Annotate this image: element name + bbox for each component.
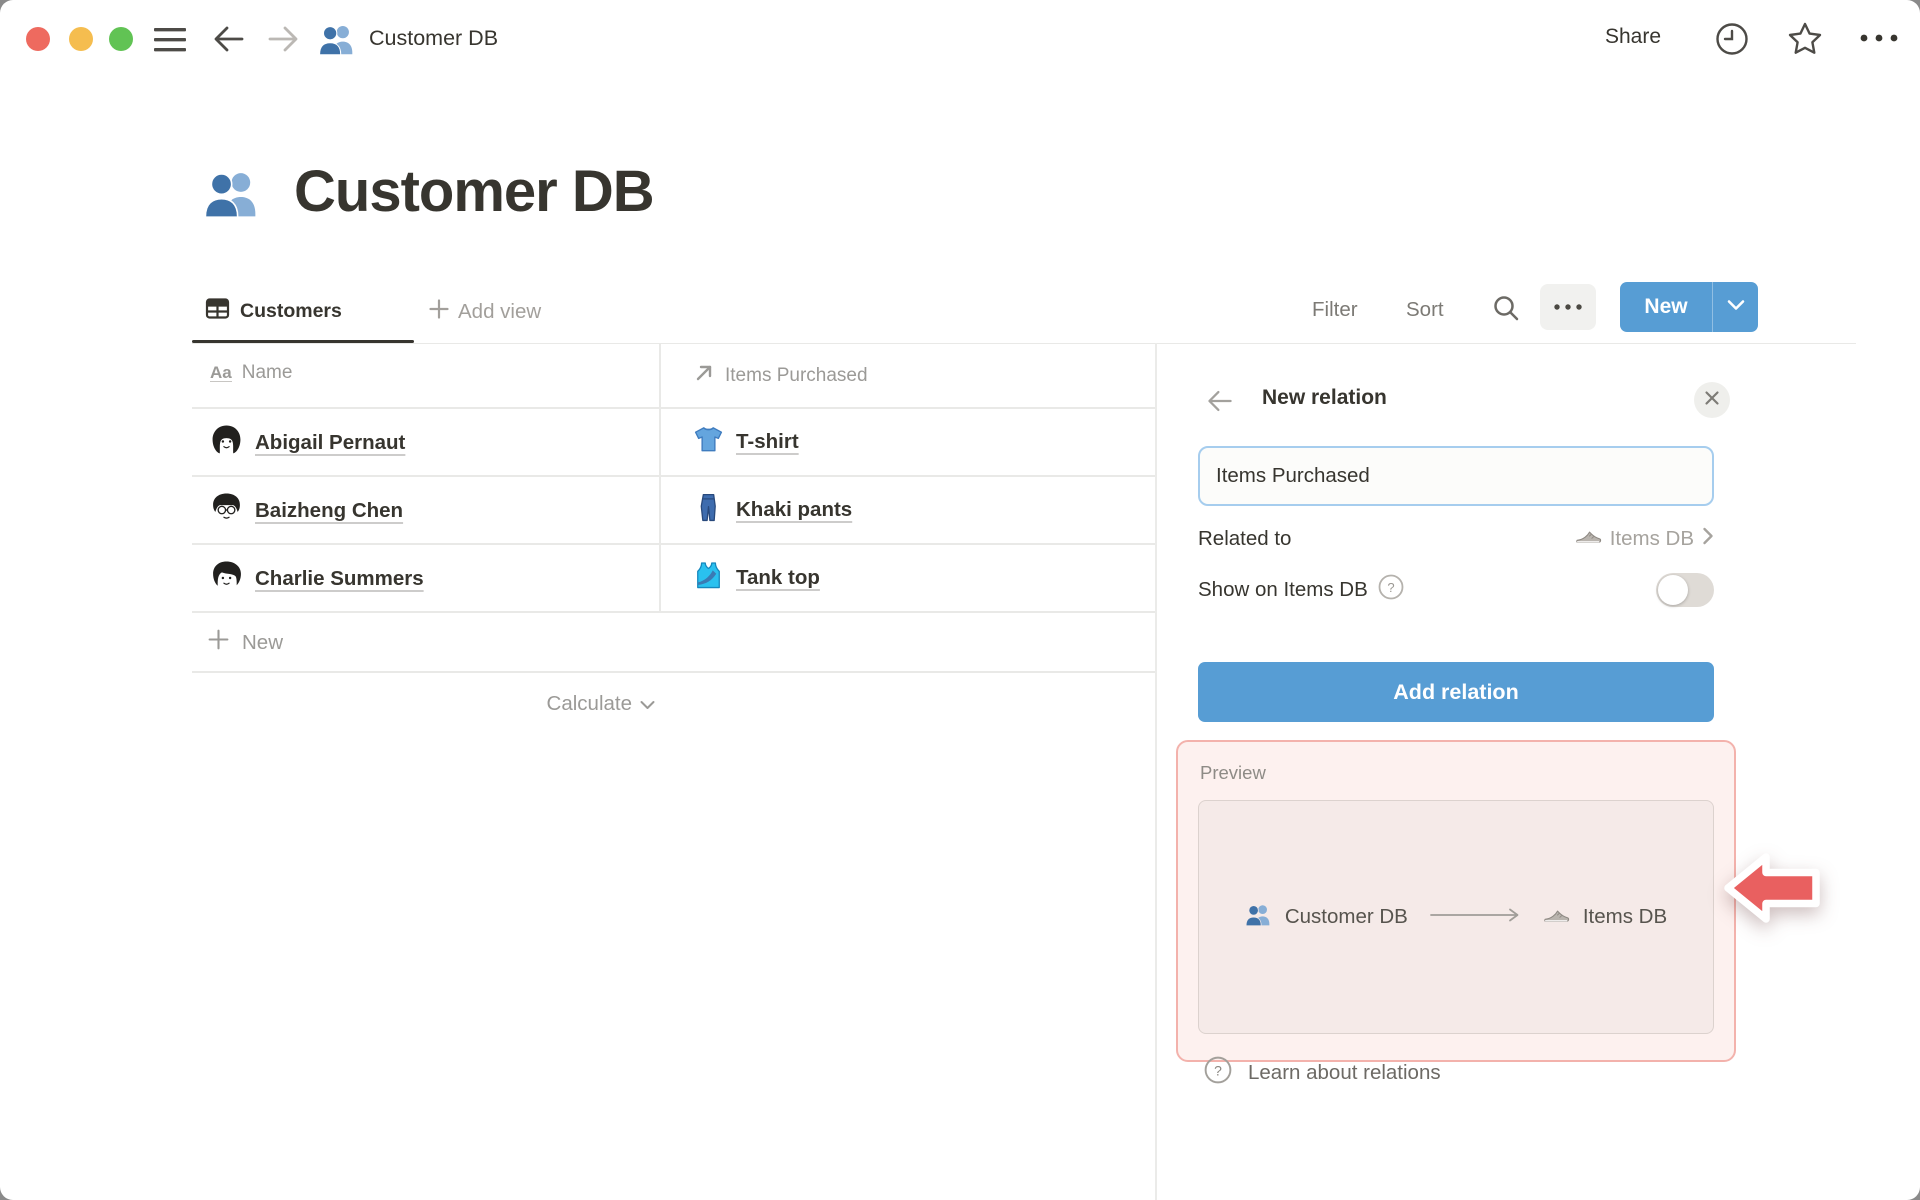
close-window-button[interactable] [26,27,50,51]
row-divider [192,671,1155,673]
related-to-value[interactable]: Items DB [1574,522,1714,556]
row-title: Charlie Summers [255,567,424,590]
chevron-down-icon [1727,298,1745,316]
more-icon[interactable] [1858,32,1900,44]
help-icon: ? [1204,1056,1232,1090]
relation-value: Khaki pants [736,498,853,521]
svg-text:?: ? [1387,580,1394,595]
star-icon[interactable] [1786,20,1824,58]
row-title: Abigail Pernaut [255,431,406,454]
preview-to-label: Items DB [1582,905,1668,928]
toolbar-divider [192,342,1856,344]
row-divider [192,611,1155,613]
show-on-toggle[interactable] [1656,573,1714,607]
add-relation-button[interactable]: Add relation [1198,662,1714,722]
row-divider [192,543,1155,545]
table-row-item-cell[interactable]: Khaki pants [693,492,852,528]
avatar-charlie [210,560,243,598]
forward-arrow-icon[interactable] [266,23,300,55]
table-row-item-cell[interactable]: T-shirt [693,424,799,460]
share-button[interactable]: Share [1605,25,1661,49]
learn-about-relations-link[interactable]: ? Learn about relations [1204,1056,1441,1090]
plus-icon [428,298,450,326]
column-divider [659,343,661,612]
table-view-icon [205,296,230,327]
relation-value: T-shirt [736,430,799,453]
new-record-button-group: New [1620,282,1758,332]
learn-label: Learn about relations [1248,1061,1441,1084]
window-title: Customer DB [369,26,499,50]
page-title: Customer DB [294,159,655,224]
calculate-label: Calculate [546,692,632,715]
relation-arrow-icon [693,362,715,390]
plus-icon [207,628,230,657]
view-options-button[interactable] [1540,284,1596,330]
close-icon [1704,390,1720,411]
add-view-label: Add view [458,300,542,323]
relation-value: Tank top [736,566,820,589]
panel-back-button[interactable] [1206,388,1234,414]
calculate-button[interactable]: Calculate [192,692,655,716]
new-record-button[interactable]: New [1620,282,1712,332]
panel-divider [1155,343,1157,1200]
red-annotation-arrow-icon [1722,846,1822,935]
sort-button[interactable]: Sort [1406,298,1444,322]
filter-button[interactable]: Filter [1312,298,1358,322]
show-on-row: Show on Items DB ? [1198,572,1714,608]
tab-label: Customers [240,300,342,322]
related-to-db-label: Items DB [1609,527,1694,550]
minimize-window-button[interactable] [69,27,93,51]
shoe-icon [1542,901,1570,934]
preview-label: Preview [1200,762,1266,783]
long-arrow-icon [1429,907,1521,928]
chevron-down-icon [640,692,655,716]
search-icon[interactable] [1492,294,1520,322]
column-header-items-purchased[interactable]: Items Purchased [693,362,868,390]
row-divider [192,407,1155,409]
back-arrow-icon[interactable] [212,23,246,55]
pants-icon [693,492,724,528]
help-icon[interactable]: ? [1378,574,1404,606]
column-header-name[interactable]: Aa Name [210,362,292,384]
column-label: Name [241,362,293,383]
people-icon [1245,901,1272,933]
tab-customers[interactable]: Customers [205,296,342,327]
chevron-right-icon [1702,527,1714,551]
row-title: Baizheng Chen [255,499,404,522]
avatar-baizheng [210,492,243,530]
new-row-label: New [242,630,284,654]
table-row-name-cell[interactable]: Abigail Pernaut [210,424,405,462]
text-type-icon: Aa [210,362,232,383]
table-row-name-cell[interactable]: Charlie Summers [210,560,424,598]
related-to-label: Related to [1198,527,1292,550]
menu-icon[interactable] [154,28,186,52]
clock-icon[interactable] [1714,21,1750,57]
related-to-row[interactable]: Related to Items DB [1198,524,1714,554]
preview-from-label: Customer DB [1284,905,1408,928]
tshirt-icon [693,424,724,460]
svg-text:?: ? [1214,1062,1222,1078]
show-on-label: Show on Items DB [1198,578,1368,601]
new-record-dropdown-button[interactable] [1712,282,1758,332]
column-label: Items Purchased [725,365,868,386]
table-row-name-cell[interactable]: Baizheng Chen [210,492,403,530]
shoe-icon [1574,522,1602,556]
people-icon [203,164,261,227]
show-on-label-group: Show on Items DB ? [1198,574,1404,606]
app-window: Customer DB Share Customer DB Customers … [0,0,1920,1200]
relation-name-input[interactable] [1198,446,1714,506]
more-icon [1553,298,1583,316]
people-icon [318,20,356,63]
relation-preview-card: Customer DB Items DB [1198,800,1714,1034]
table-row-item-cell[interactable]: Tank top [693,560,820,596]
tanktop-icon [693,560,724,596]
panel-close-button[interactable] [1694,382,1730,418]
panel-title: New relation [1262,386,1387,409]
add-view-button[interactable]: Add view [428,298,541,326]
new-row-button[interactable]: New [207,628,283,657]
zoom-window-button[interactable] [109,27,133,51]
row-divider [192,475,1155,477]
toggle-knob [1658,575,1688,605]
avatar-abigail [210,424,243,462]
